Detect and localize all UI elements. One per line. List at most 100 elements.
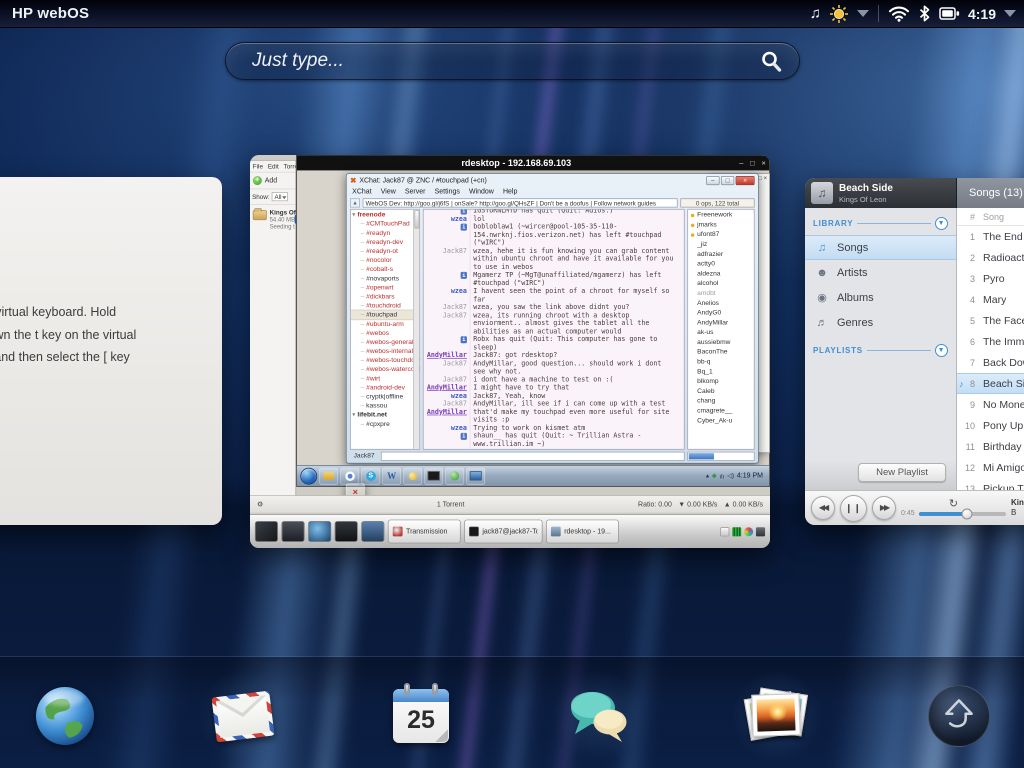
dock-tray[interactable] [720,526,766,537]
sidebar-item[interactable]: ♬ Genres [805,310,956,335]
torrent-row[interactable]: Kings Of 54.40 MB Seeding t [250,205,297,234]
nick-item[interactable]: _jiz [688,240,754,250]
dock-item-email[interactable] [196,669,290,763]
channel-item[interactable]: #cobalt-s [351,265,420,274]
nick-item[interactable]: BaconThe [688,347,754,357]
channel-item[interactable]: #novaports [351,274,420,283]
nick-item[interactable]: aussiebmw [688,338,754,348]
progress-slider[interactable] [918,508,1006,519]
channel-item[interactable]: #readyn-ot [351,247,420,256]
nick-item[interactable]: aldezna [688,269,754,279]
collapse-icon[interactable]: ▼ [935,217,948,230]
nick-item[interactable]: jmarks [688,220,754,230]
song-row[interactable]: 7 Back Down South [957,352,1024,373]
connectivity-cluster[interactable]: 4:19 [888,5,1016,22]
scroll-up-icon[interactable]: ▲ [350,198,360,208]
nick-item[interactable]: Cyber_Ak-u [688,416,754,426]
xchat-window[interactable]: ✖ XChat: Jack87 @ ZNC / #touchpad (+cn) … [345,173,759,464]
channel-item[interactable]: #touchdroid [351,301,420,310]
song-row[interactable]: 10 Pony Up [957,415,1024,436]
channel-item[interactable]: lifebit.net [351,410,420,419]
taskbar-app-icon[interactable] [445,467,465,485]
slider-thumb[interactable] [961,508,973,519]
search-input[interactable] [226,50,759,72]
channel-topic[interactable]: WebOS Dev: http://goo.gl/j6fS | onSale? … [362,198,678,208]
nick-item[interactable]: bb-q [688,357,754,367]
menu-item[interactable]: View [381,188,396,196]
minimize-icon[interactable] [736,159,747,167]
dock-item-launcher[interactable] [927,684,991,748]
menu-item[interactable]: Torrent [284,163,296,170]
taskbar-app-icon[interactable] [382,467,402,485]
taskbar-app-icon[interactable] [403,467,423,485]
scrollbar[interactable] [413,209,420,449]
nick-item[interactable]: ak-us [688,328,754,338]
channel-item[interactable]: #nocolor [351,256,420,265]
channel-item[interactable]: #webos-touchdown [351,356,419,365]
card-rdesktop-app[interactable]: File Edit Torrent + Add Show: All Kings Of… [250,155,770,548]
maximize-button[interactable]: □ [720,175,735,185]
dock-item-calendar[interactable]: 25 [389,683,453,748]
menu-item[interactable]: File [253,163,263,170]
window-button[interactable]: Transmission [387,519,461,544]
song-row[interactable]: 12 Mi Amigo [957,457,1024,478]
sidebar-item[interactable]: ♫ Songs [805,235,956,260]
windows-taskbar[interactable]: ▴ ◆ ılı ◁) 4:19 PM [296,465,770,501]
taskbar-app-icon[interactable] [340,467,360,485]
channel-item[interactable]: #webos [351,329,420,338]
taskbar-app-icon[interactable] [466,467,486,485]
previous-button[interactable]: ◀◀ [811,496,835,520]
nick-item[interactable]: adfrazier [688,249,754,259]
card-notes-app[interactable]: he space reserved for the virtual keyboa… [0,177,222,525]
dock-app-icon[interactable] [308,520,332,542]
new-playlist-button[interactable]: New Playlist [858,463,946,482]
channel-item[interactable]: #touchpad [350,309,420,321]
card-music-app[interactable]: ♫ Beach Side Kings Of Leon Songs (13) LI… [805,178,1024,525]
channel-item[interactable]: #android-dev [351,383,420,392]
dock-app-icon[interactable] [281,520,305,542]
nick-item[interactable]: Caleb [688,387,754,397]
channel-item[interactable]: #dickbars [351,292,420,301]
song-row[interactable]: 1 The End [957,226,1024,247]
nick-item[interactable]: AndyMillar [688,318,754,328]
channel-item[interactable]: #webos-internals [351,347,420,356]
sidebar-item[interactable]: ☻ Artists [805,260,956,285]
show-filter-dropdown[interactable]: All [271,192,288,202]
nick-item[interactable]: ufont87 [688,230,754,240]
channel-item[interactable]: #readyn [351,228,420,237]
song-row[interactable]: 6 The Immortals [957,331,1024,352]
menu-item[interactable]: Window [469,188,494,196]
song-row[interactable]: 3 Pyro [957,268,1024,289]
song-row[interactable]: 11 Birthday [957,436,1024,457]
next-button[interactable]: ▶▶ [872,496,896,520]
nick-item[interactable]: Anelios [688,298,754,308]
notification-cluster[interactable]: ♫ [810,4,869,24]
nick-item[interactable]: Freenework [688,210,754,220]
menu-item[interactable]: XChat [352,188,371,196]
channel-item[interactable]: #CMTouchPad [351,219,420,228]
taskbar-app-icon[interactable] [319,467,339,485]
menu-item[interactable]: Settings [435,188,460,196]
nick-item[interactable]: alcohol [688,279,754,289]
menu-item[interactable]: Server [405,188,426,196]
taskbar-app-icon[interactable] [424,467,444,485]
minimize-button[interactable]: – [706,175,720,185]
nick-item[interactable]: cmagrete__ [688,406,754,416]
channel-item[interactable]: #webos-general [351,338,420,347]
dock-app-icon[interactable] [334,520,358,542]
just-type-search[interactable] [225,42,800,80]
channel-item[interactable]: freenode [351,210,420,219]
desktop-dock[interactable]: Transmission jack87@jack87-To... rdeskto… [250,513,770,548]
channel-item[interactable]: #openwrt [351,283,420,292]
close-button[interactable]: × [735,175,755,185]
song-row[interactable]: 2 Radioactive [957,247,1024,268]
dock-app-icon[interactable] [361,520,385,542]
menu-item[interactable]: Help [503,188,517,196]
pause-button[interactable]: ❙❙ [840,494,867,522]
sidebar-item[interactable]: ◉ Albums [805,285,956,310]
channel-item[interactable]: #webos-watercool [351,365,419,374]
system-tray[interactable]: ▴ ◆ ılı ◁) 4:19 PM [706,472,766,480]
song-row[interactable]: 4 Mary [957,289,1024,310]
channel-item[interactable]: #wirt [351,374,420,383]
song-row[interactable]: 9 No Money [957,394,1024,415]
